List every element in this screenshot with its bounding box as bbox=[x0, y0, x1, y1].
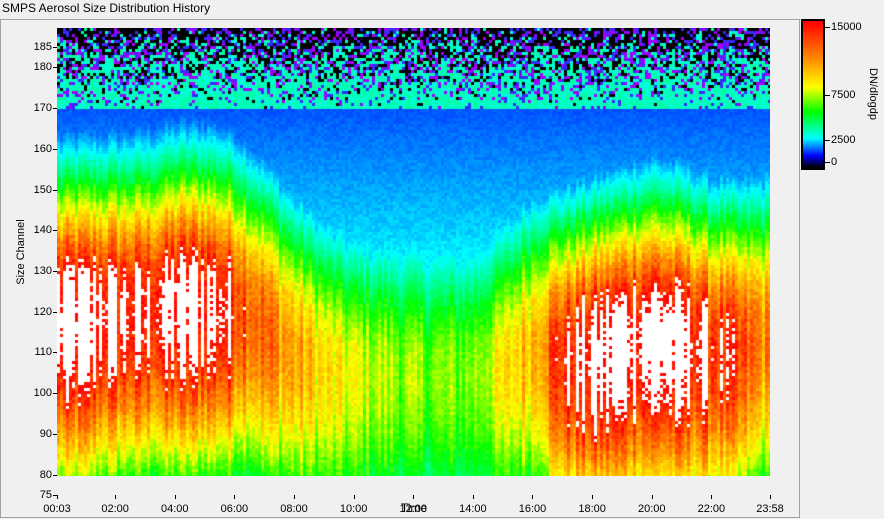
y-tick-mark bbox=[53, 47, 57, 48]
colorbar-tick-label: 15000 bbox=[831, 21, 862, 33]
y-tick-label: 140 bbox=[33, 224, 52, 237]
x-tick-label: 18:00 bbox=[578, 503, 606, 515]
y-tick-label: 160 bbox=[33, 142, 52, 155]
x-tick-mark bbox=[592, 495, 593, 499]
y-tick-mark bbox=[53, 190, 57, 191]
colorbar-tick-mark bbox=[825, 140, 830, 141]
x-tick-label: 16:00 bbox=[518, 503, 547, 515]
x-tick-label: 20:00 bbox=[637, 503, 666, 515]
y-tick-mark bbox=[53, 475, 57, 476]
y-axis-label: Size Channel bbox=[15, 219, 27, 285]
x-axis-label: Time bbox=[400, 501, 428, 515]
y-tick-label: 75 bbox=[39, 489, 52, 501]
colorbar-tick-label: 2500 bbox=[831, 133, 856, 146]
x-tick-label: 14:00 bbox=[459, 503, 487, 515]
x-tick-label: 02:00 bbox=[101, 503, 129, 515]
y-tick-label: 170 bbox=[33, 102, 52, 115]
x-tick-mark bbox=[413, 495, 414, 499]
y-tick-mark bbox=[53, 230, 57, 231]
y-tick-label: 185 bbox=[33, 41, 52, 53]
window-title: SMPS Aerosol Size Distribution History bbox=[2, 1, 211, 15]
x-tick-mark bbox=[652, 495, 653, 499]
x-tick-mark bbox=[354, 495, 355, 499]
plot-area[interactable] bbox=[57, 28, 770, 476]
y-tick-mark bbox=[53, 434, 57, 435]
x-tick-mark bbox=[175, 495, 176, 499]
y-tick-label: 90 bbox=[39, 427, 52, 440]
x-tick-mark bbox=[473, 495, 474, 499]
x-tick-mark bbox=[57, 495, 58, 499]
colorbar-tick-mark bbox=[825, 162, 830, 163]
x-tick-mark bbox=[234, 495, 235, 499]
y-tick-label: 110 bbox=[34, 346, 52, 359]
y-tick-mark bbox=[53, 393, 57, 394]
y-tick-label: 120 bbox=[33, 305, 52, 318]
y-tick-label: 80 bbox=[39, 468, 52, 481]
y-tick-mark bbox=[53, 149, 57, 150]
x-tick-mark bbox=[770, 495, 771, 499]
heatmap-canvas bbox=[57, 28, 770, 476]
x-tick-label: 23:58 bbox=[756, 503, 784, 515]
x-tick-label: 06:00 bbox=[220, 503, 249, 515]
colorbar-tick-mark bbox=[825, 27, 830, 28]
y-tick-mark bbox=[53, 271, 57, 272]
y-tick-label: 130 bbox=[33, 265, 52, 277]
x-tick-label: 08:00 bbox=[280, 503, 308, 515]
y-tick-mark bbox=[53, 108, 57, 109]
y-tick-label: 180 bbox=[33, 61, 52, 74]
colorbar-tick-label: 0 bbox=[831, 156, 838, 168]
y-tick-mark bbox=[53, 67, 57, 68]
x-tick-label: 10:00 bbox=[339, 503, 368, 515]
y-tick-label: 150 bbox=[33, 183, 52, 196]
y-tick-mark bbox=[53, 312, 57, 313]
y-tick-label: 100 bbox=[33, 387, 52, 400]
colorbar-gradient bbox=[803, 21, 823, 168]
colorbar-tick-mark bbox=[825, 95, 830, 96]
x-tick-label: 00:03 bbox=[43, 503, 71, 515]
y-tick-mark bbox=[53, 352, 57, 353]
x-tick-label: 22:00 bbox=[697, 503, 726, 515]
colorbar-tick-label: 7500 bbox=[831, 88, 856, 101]
colorbar bbox=[801, 19, 825, 170]
colorbar-label: DN/dlogdp bbox=[867, 68, 879, 120]
x-tick-mark bbox=[532, 495, 533, 499]
x-tick-label: 04:00 bbox=[160, 503, 189, 515]
x-tick-mark bbox=[711, 495, 712, 499]
x-tick-mark bbox=[115, 495, 116, 499]
x-tick-mark bbox=[294, 495, 295, 499]
